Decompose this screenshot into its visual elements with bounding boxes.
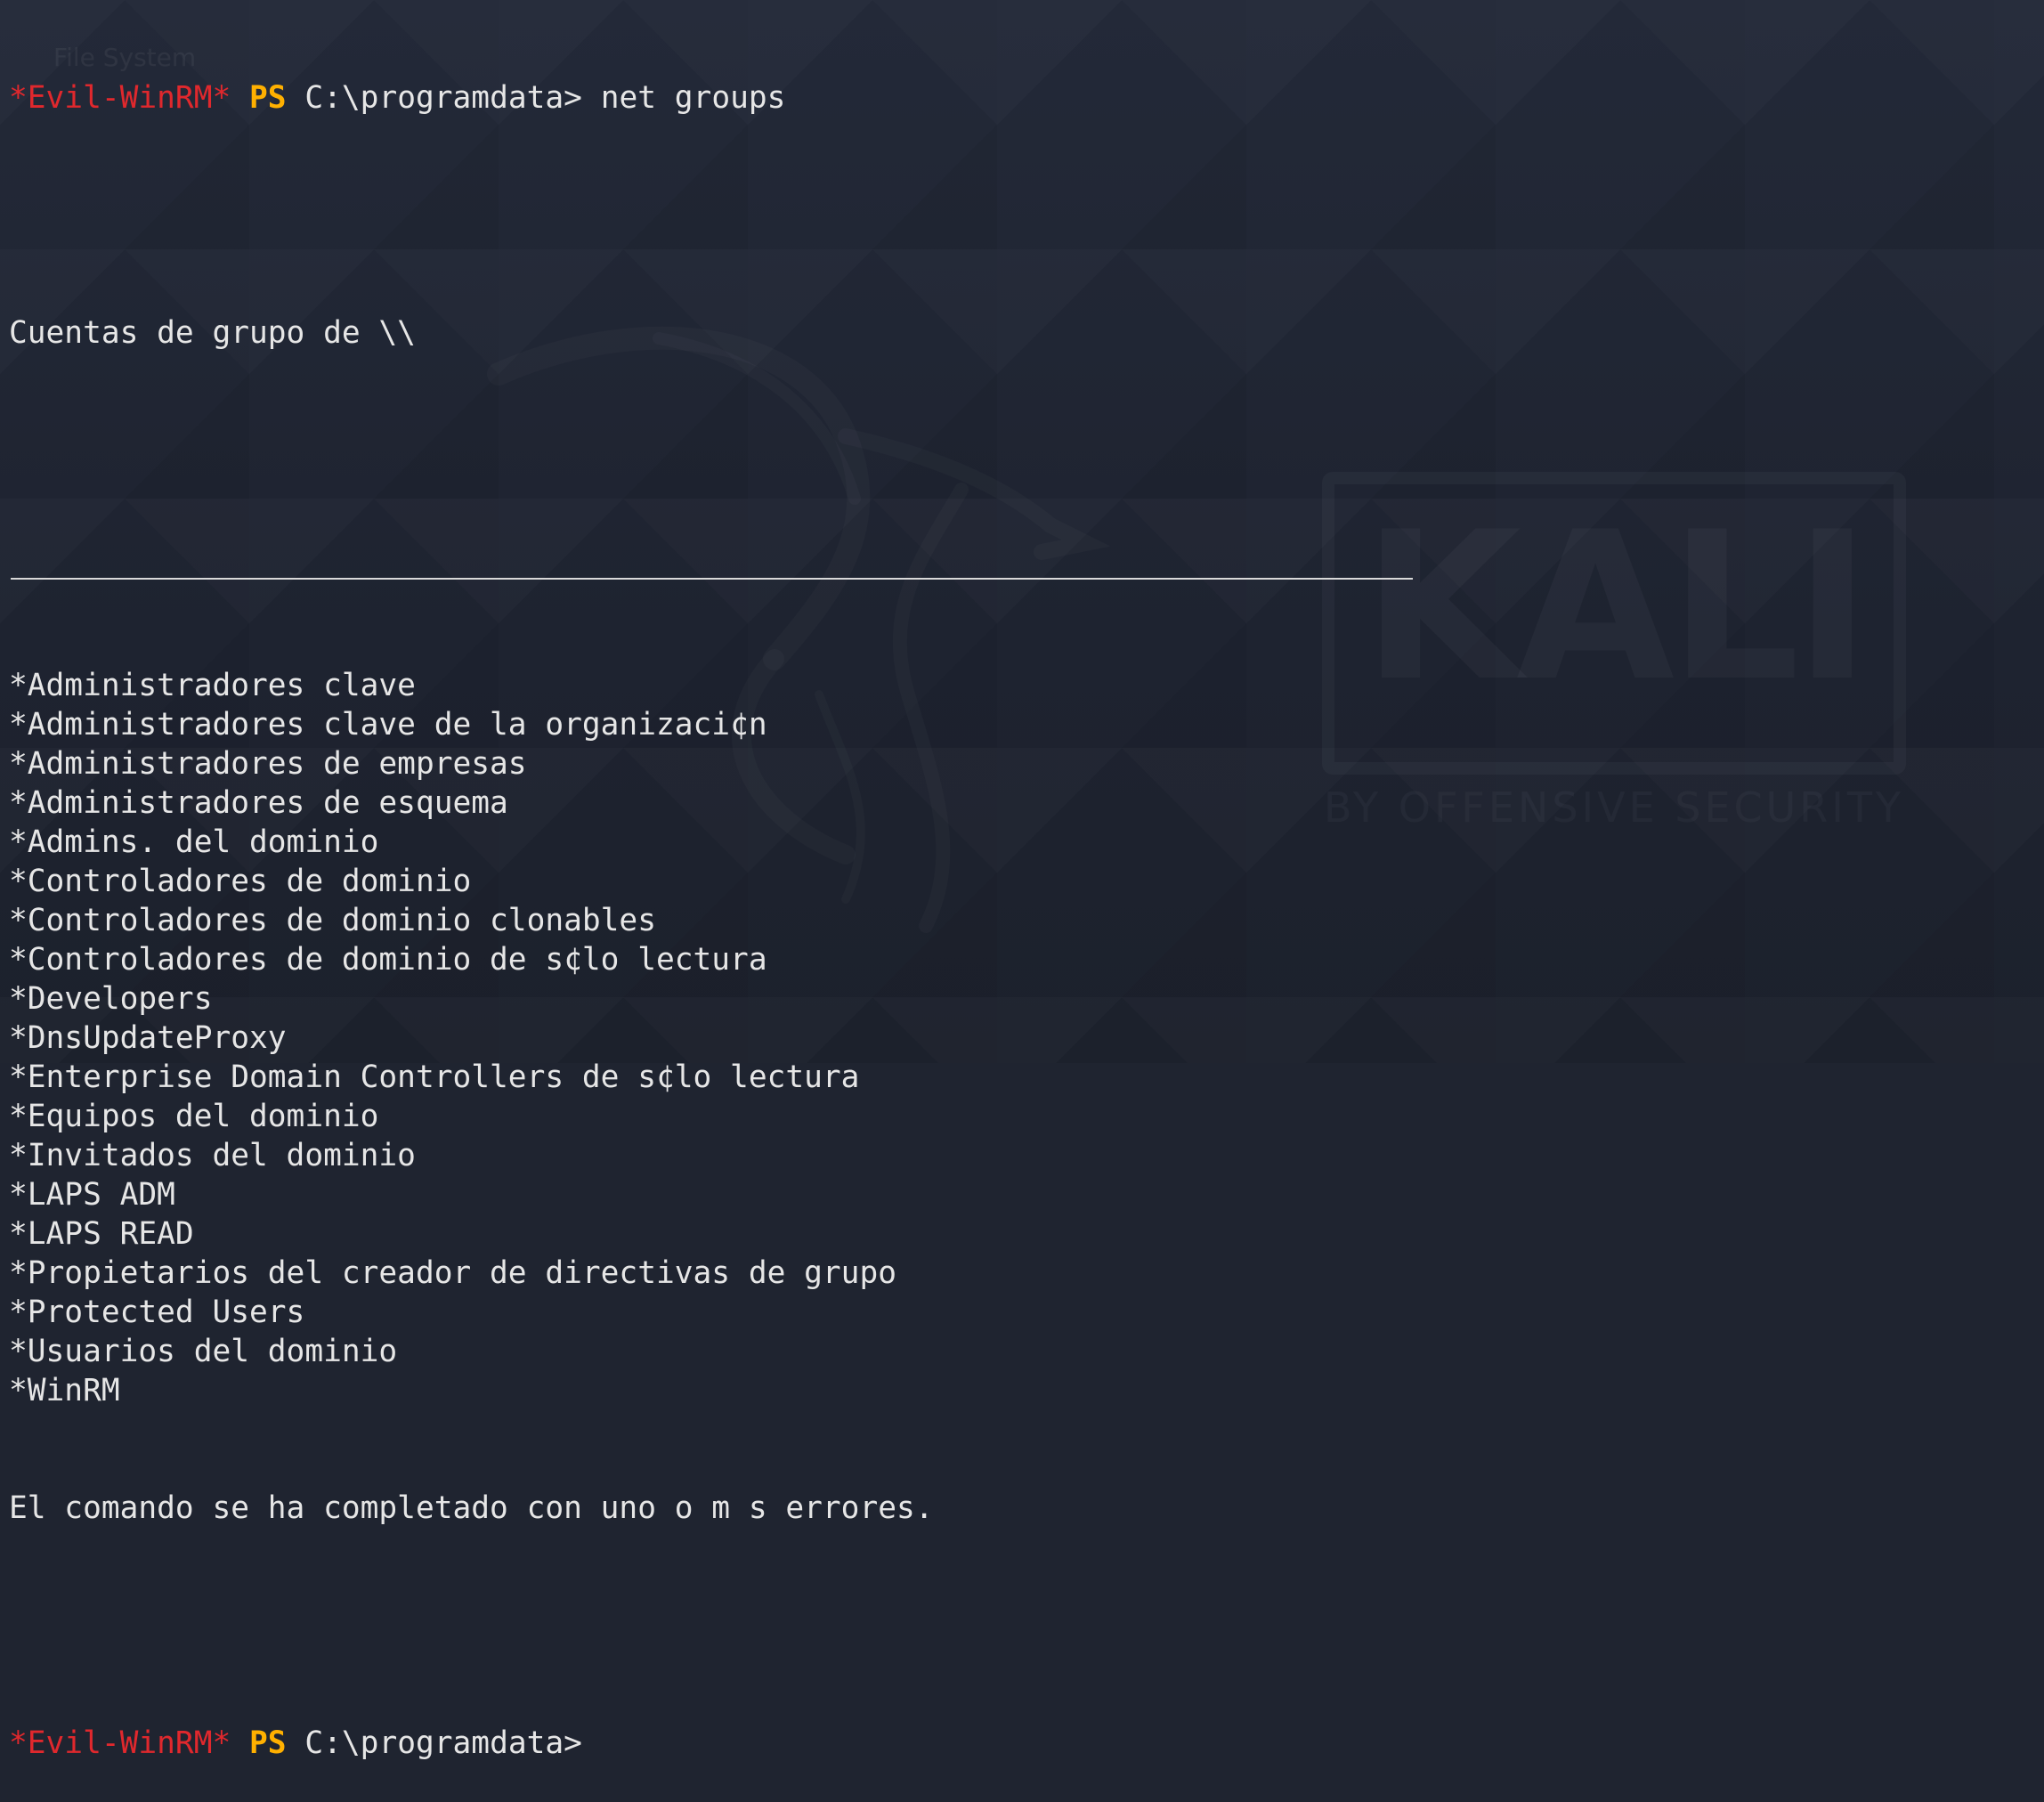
command-line: *Evil-WinRM* PS C:\programdata> net grou… — [9, 78, 2030, 118]
group-entry: *Controladores de dominio de s¢lo lectur… — [9, 942, 767, 978]
group-entry: *Controladores de dominio — [9, 864, 472, 899]
prompt-ps-label: PS — [249, 80, 287, 116]
group-entry: *WinRM — [9, 1373, 120, 1408]
group-list: *Administradores clave *Administradores c… — [9, 666, 2030, 1410]
output-header: Cuentas de grupo de \\ — [9, 315, 416, 351]
terminal-output[interactable]: *Evil-WinRM* PS C:\programdata> net grou… — [9, 0, 2030, 1761]
group-entry: *Propietarios del creador de directivas … — [9, 1255, 896, 1291]
prompt-path: C:\programdata> — [304, 80, 582, 116]
prompt-shell-label: *Evil-WinRM* — [9, 80, 231, 116]
group-entry: *Invitados del dominio — [9, 1138, 416, 1173]
group-entry: *Developers — [9, 981, 213, 1017]
prompt-path: C:\programdata> — [304, 1725, 582, 1761]
group-entry: *Equipos del dominio — [9, 1099, 379, 1134]
group-entry: *Administradores de empresas — [9, 746, 527, 782]
group-entry: *Controladores de dominio clonables — [9, 903, 656, 938]
group-entry: *Enterprise Domain Controllers de s¢lo l… — [9, 1059, 860, 1095]
group-entry: *Administradores clave de la organizaci¢… — [9, 707, 767, 743]
group-entry: *Administradores clave — [9, 668, 416, 703]
group-entry: *Protected Users — [9, 1295, 305, 1330]
status-message: El comando se ha completado con uno o m … — [9, 1490, 934, 1526]
command-text: net groups — [600, 80, 786, 116]
prompt-line: *Evil-WinRM* PS C:\programdata> — [9, 1724, 2030, 1763]
group-entry: *LAPS READ — [9, 1216, 194, 1252]
prompt-shell-label: *Evil-WinRM* — [9, 1725, 231, 1761]
group-entry: *Admins. del dominio — [9, 824, 379, 860]
group-entry: *LAPS ADM — [9, 1177, 175, 1213]
group-entry: *Usuarios del dominio — [9, 1334, 398, 1369]
group-entry: *DnsUpdateProxy — [9, 1020, 287, 1056]
separator-line — [9, 548, 2030, 588]
group-entry: *Administradores de esquema — [9, 785, 508, 821]
prompt-ps-label: PS — [249, 1725, 287, 1761]
